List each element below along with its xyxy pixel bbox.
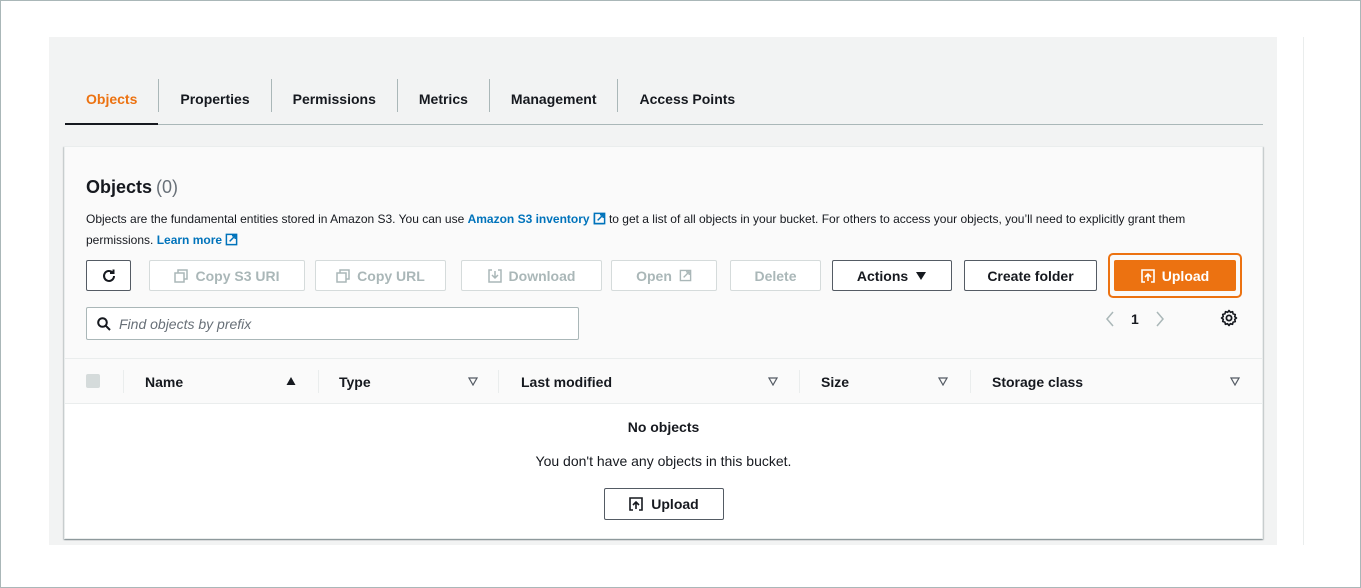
table-header: Name Type Last modified Size Storage cla… — [65, 359, 1262, 404]
caret-down-icon — [916, 271, 927, 280]
refresh-icon — [102, 269, 115, 282]
upload-button[interactable]: Upload — [1114, 260, 1236, 291]
column-header-storage-class[interactable]: Storage class — [992, 359, 1083, 404]
external-link-icon — [679, 269, 692, 282]
actions-label: Actions — [856, 267, 909, 284]
learn-more-link[interactable]: Learn more — [157, 233, 222, 247]
upload-icon — [629, 497, 644, 511]
empty-state-message: You don't have any objects in this bucke… — [535, 453, 792, 469]
copy-s3-uri-label: Copy S3 URI — [195, 267, 280, 284]
column-divider — [318, 370, 319, 393]
delete-label: Delete — [754, 267, 797, 284]
select-all-checkbox[interactable] — [86, 374, 100, 388]
sort-icon[interactable] — [468, 376, 478, 386]
window-frame: Objects Properties Permissions Metrics M… — [0, 0, 1361, 588]
open-label: Open — [636, 267, 672, 284]
chevron-left-icon[interactable] — [1105, 311, 1115, 327]
external-link-icon[interactable] — [593, 212, 606, 225]
page-title: Objects (0) — [86, 177, 178, 198]
copy-icon — [336, 268, 350, 283]
column-header-size[interactable]: Size — [821, 359, 849, 404]
object-count: (0) — [156, 177, 179, 197]
create-folder-button[interactable]: Create folder — [964, 260, 1097, 291]
delete-button[interactable]: Delete — [730, 260, 821, 291]
description-text: Objects are the fundamental entities sto… — [86, 212, 468, 226]
panel-description: Objects are the fundamental entities sto… — [86, 209, 1246, 251]
copy-url-button[interactable]: Copy URL — [315, 260, 446, 291]
actions-dropdown[interactable]: Actions — [832, 260, 952, 291]
gear-icon[interactable] — [1220, 309, 1238, 327]
search-icon — [97, 316, 111, 331]
tab-objects[interactable]: Objects — [65, 73, 159, 125]
empty-state-title: No objects — [627, 419, 700, 435]
copy-icon — [174, 268, 189, 283]
copy-url-label: Copy URL — [357, 267, 425, 284]
tab-properties[interactable]: Properties — [159, 73, 270, 124]
side-divider — [1303, 37, 1304, 545]
current-page[interactable]: 1 — [1131, 311, 1139, 327]
chevron-right-icon[interactable] — [1155, 311, 1165, 327]
objects-panel: Objects (0) Objects are the fundamental e… — [64, 146, 1263, 539]
column-header-name[interactable]: Name — [145, 359, 183, 404]
column-divider — [970, 370, 971, 393]
download-icon — [487, 268, 502, 283]
empty-state-upload-button[interactable]: Upload — [604, 488, 724, 520]
empty-state-upload-label: Upload — [651, 496, 699, 512]
download-label: Download — [508, 267, 576, 284]
search-input[interactable] — [119, 315, 559, 332]
column-divider — [799, 370, 800, 393]
column-header-type[interactable]: Type — [339, 359, 371, 404]
copy-s3-uri-button[interactable]: Copy S3 URI — [149, 260, 305, 291]
pagination: 1 — [1105, 307, 1165, 331]
column-divider — [123, 370, 124, 393]
panel-title: Objects — [86, 177, 153, 197]
sort-icon[interactable] — [938, 376, 948, 386]
bucket-tabs: Objects Properties Permissions Metrics M… — [65, 73, 1263, 125]
s3-inventory-link[interactable]: Amazon S3 inventory — [468, 212, 590, 226]
tab-metrics[interactable]: Metrics — [398, 73, 489, 124]
download-button[interactable]: Download — [461, 260, 602, 291]
create-folder-label: Create folder — [987, 267, 1074, 284]
upload-icon — [1140, 268, 1155, 283]
tab-permissions[interactable]: Permissions — [272, 73, 397, 124]
sort-ascending-icon[interactable] — [286, 376, 296, 386]
refresh-button[interactable] — [86, 260, 131, 291]
upload-label: Upload — [1161, 267, 1210, 284]
external-link-icon[interactable] — [225, 233, 238, 246]
sort-icon[interactable] — [768, 376, 778, 386]
open-button[interactable]: Open — [611, 260, 717, 291]
panel-header: Objects (0) Objects are the fundamental e… — [65, 147, 1262, 359]
sort-icon[interactable] — [1230, 376, 1240, 386]
column-header-last-modified[interactable]: Last modified — [521, 359, 612, 404]
search-box[interactable] — [86, 307, 579, 340]
tab-access-points[interactable]: Access Points — [618, 73, 756, 124]
column-divider — [498, 370, 499, 393]
tab-management[interactable]: Management — [490, 73, 618, 124]
